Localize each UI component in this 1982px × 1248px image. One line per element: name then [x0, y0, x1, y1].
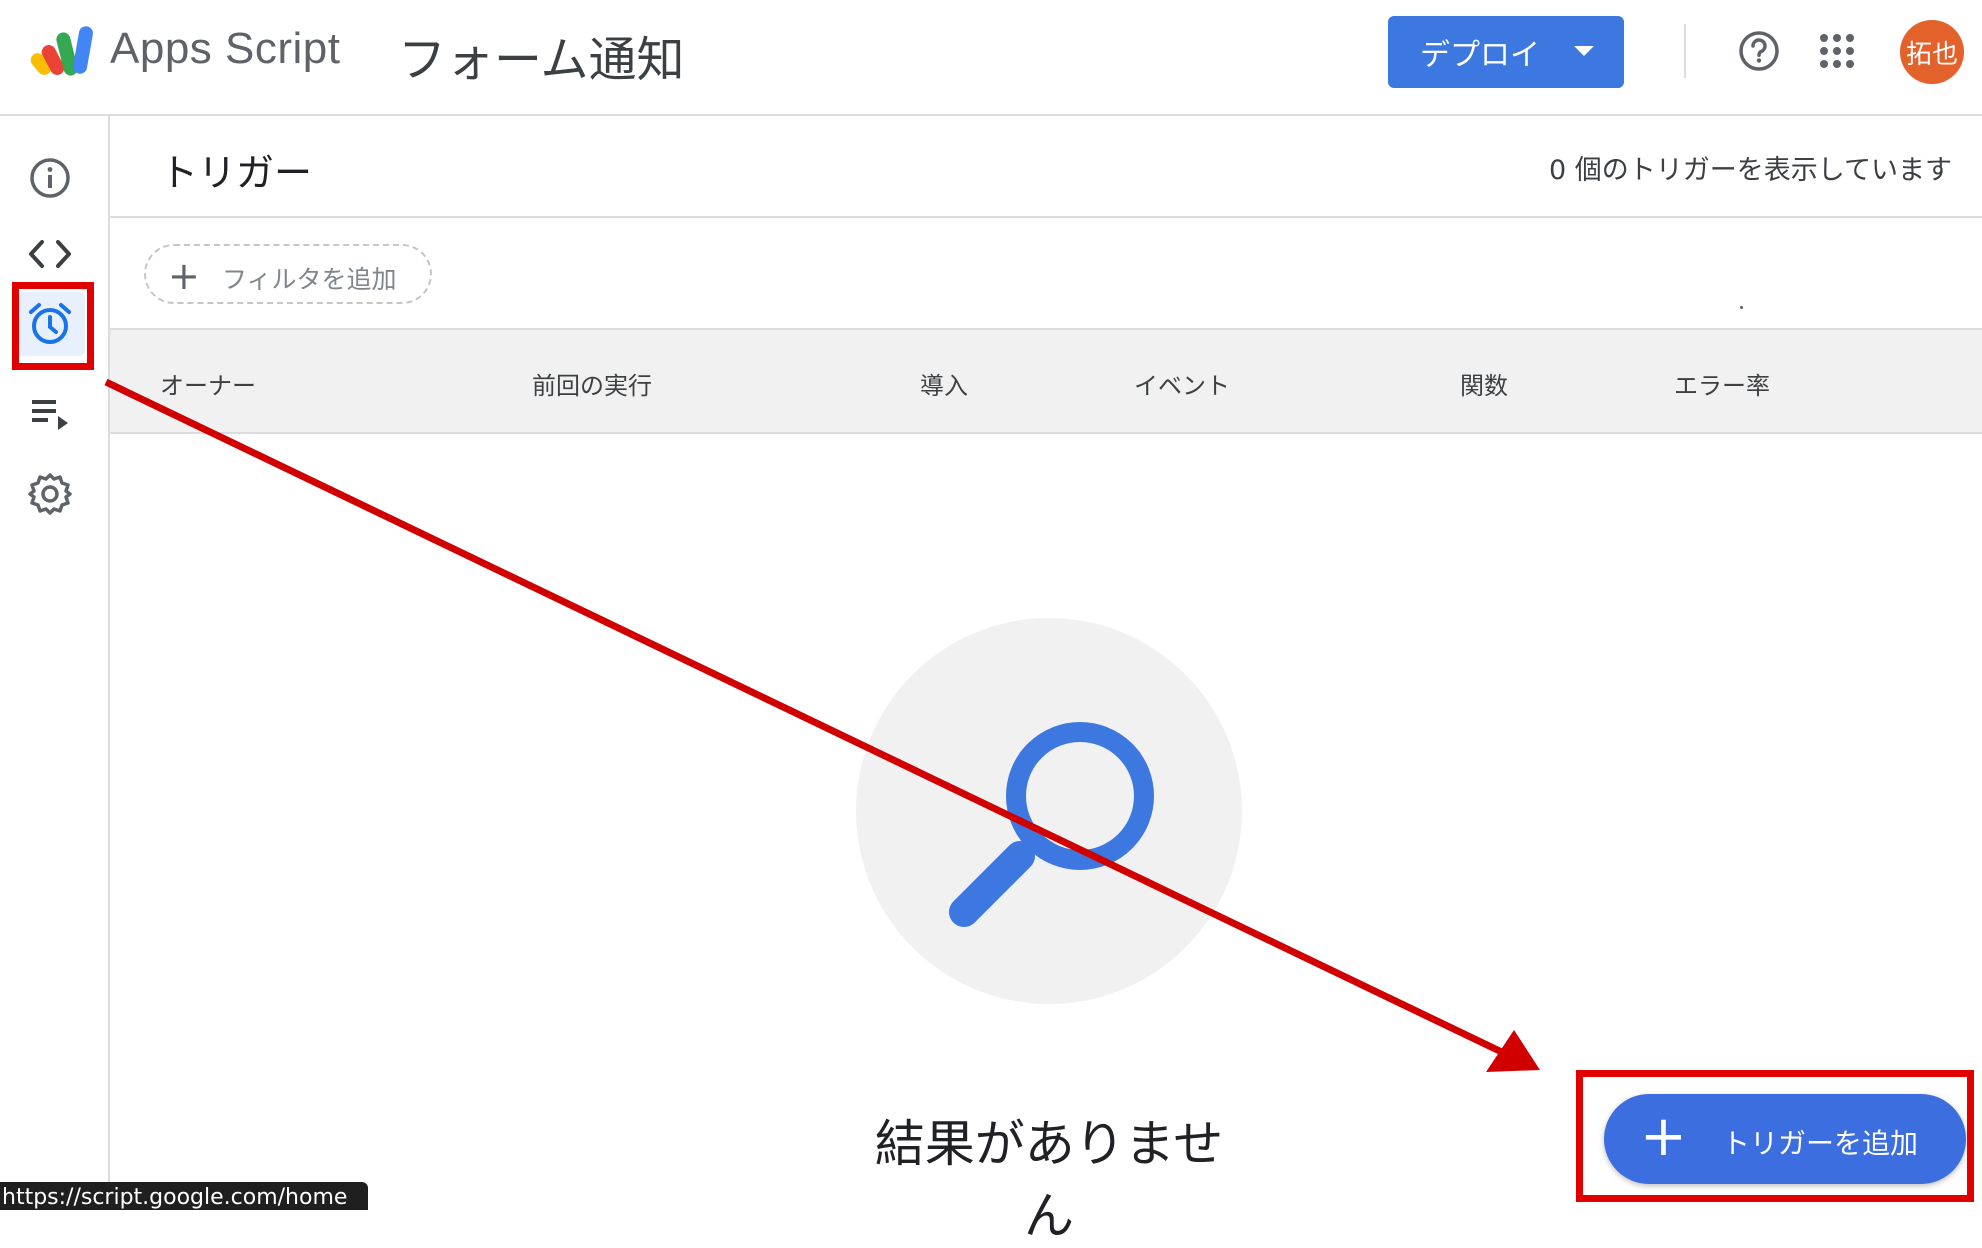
avatar[interactable]: 拓也	[1900, 20, 1964, 84]
table-header: オーナー 前回の実行 導入 イベント 関数 エラー率	[110, 328, 1982, 434]
annotation-highlight-add-trigger	[1576, 1070, 1974, 1202]
app-name: Apps Script	[110, 24, 341, 73]
add-filter-label: フィルタを追加	[222, 265, 397, 294]
column-header-event[interactable]: イベント	[1134, 366, 1230, 401]
column-header-last-run[interactable]: 前回の実行	[532, 366, 652, 401]
playlist-icon	[32, 400, 68, 430]
magnifier-icon	[949, 722, 1154, 927]
deploy-button[interactable]: デプロイ	[1388, 16, 1624, 88]
page-header: トリガー 0 個のトリガーを表示しています	[110, 116, 1982, 218]
column-header-error-rate[interactable]: エラー率	[1674, 366, 1770, 401]
code-icon	[29, 240, 71, 268]
add-filter-button[interactable]: + フィルタを追加	[144, 244, 432, 304]
top-bar: Apps Script フォーム通知 デプロイ 拓也	[0, 0, 1982, 116]
plus-icon: +	[168, 254, 200, 298]
gear-icon	[28, 473, 72, 515]
divider	[1684, 24, 1686, 78]
help-icon[interactable]	[1738, 30, 1780, 72]
annotation-highlight-triggers	[12, 282, 94, 370]
google-apps-grid-icon[interactable]	[1818, 32, 1856, 70]
apps-script-logo-icon[interactable]	[30, 22, 100, 80]
left-rail	[0, 116, 110, 1210]
column-header-function[interactable]: 関数	[1460, 366, 1508, 401]
rail-item-editor[interactable]	[22, 226, 78, 282]
main-content: トリガー 0 個のトリガーを表示しています + フィルタを追加 オーナー 前回の…	[110, 116, 1982, 1245]
column-header-owner[interactable]: オーナー	[160, 366, 256, 401]
info-icon	[30, 158, 70, 198]
page-title: トリガー	[160, 151, 313, 195]
empty-state-text: 結果がありません	[874, 1115, 1224, 1245]
rail-item-overview[interactable]	[22, 150, 78, 206]
deploy-button-label: デプロイ	[1420, 38, 1540, 73]
column-header-deployment[interactable]: 導入	[920, 366, 968, 401]
rail-item-executions[interactable]	[22, 386, 78, 442]
caret-down-icon	[1574, 46, 1594, 56]
stray-dot	[1740, 306, 1743, 309]
rail-item-settings[interactable]	[22, 466, 78, 522]
trigger-count: 0 個のトリガーを表示しています	[1549, 155, 1952, 186]
project-title[interactable]: フォーム通知	[398, 20, 685, 90]
status-bar-url: https://script.google.com/home	[0, 1182, 368, 1210]
filter-row: + フィルタを追加	[110, 218, 1982, 328]
